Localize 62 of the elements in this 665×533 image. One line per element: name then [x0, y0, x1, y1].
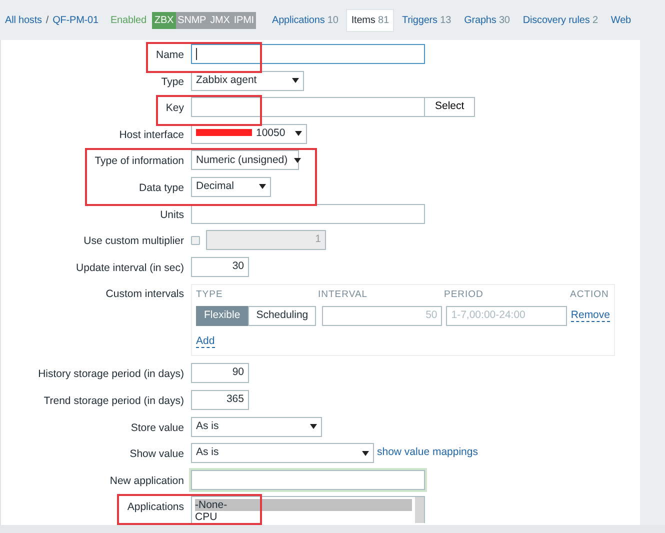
field-label: Update interval (in sec): [76, 262, 184, 274]
tab[interactable]: Graphs 30: [459, 8, 515, 32]
select-dropdown[interactable]: Zabbix agent: [191, 70, 304, 91]
availability-badge: IPMI: [232, 12, 256, 28]
field-label: Applications: [127, 501, 184, 514]
breadcrumb-separator: /: [46, 14, 49, 28]
text-field[interactable]: [191, 97, 425, 118]
select-dropdown[interactable]: Numeric (unsigned): [191, 150, 299, 170]
breadcrumb-link[interactable]: QF-PM-01: [52, 12, 98, 28]
select-dropdown[interactable]: As is: [191, 443, 374, 464]
tab[interactable]: Applications 10: [267, 8, 344, 32]
column-header: PERIOD: [444, 288, 484, 302]
scrollbar[interactable]: [415, 497, 424, 524]
field-label: Store value: [130, 422, 184, 434]
field-label: Show value: [130, 448, 184, 460]
select-dropdown[interactable]: Decimal: [191, 176, 271, 197]
select-button[interactable]: Select: [424, 97, 476, 118]
list-option[interactable]: -None-: [195, 499, 412, 512]
host-status: Enabled: [110, 14, 146, 28]
field-label: Type of information: [94, 155, 184, 168]
list-option[interactable]: CPU: [195, 511, 412, 524]
availability-badge: ZBX: [152, 12, 176, 28]
select-dropdown[interactable]: As is: [191, 416, 322, 437]
text-field[interactable]: [191, 470, 425, 490]
field-label: History storage period (in days): [38, 368, 184, 380]
availability-badge: JMX: [208, 12, 232, 28]
text-field[interactable]: [191, 204, 425, 224]
field-label: Trend storage period (in days): [44, 394, 184, 407]
field-label: Type: [161, 76, 184, 88]
tab[interactable]: Triggers 13: [396, 8, 456, 32]
breadcrumb-link[interactable]: All hosts: [5, 12, 42, 28]
tab[interactable]: Web: [606, 8, 636, 32]
tab[interactable]: Discovery rules 2: [518, 8, 603, 32]
field-label: New application: [110, 474, 184, 487]
column-header: INTERVAL: [318, 288, 369, 302]
caret-icon: [259, 184, 266, 190]
column-header: ACTION: [570, 288, 608, 302]
mode-toggle[interactable]: Scheduling: [248, 306, 316, 326]
number-field[interactable]: 365: [191, 390, 249, 410]
select-dropdown[interactable]: 10050: [191, 124, 307, 144]
field-label: Key: [166, 102, 184, 114]
field-label: Units: [160, 208, 184, 221]
text-field[interactable]: [191, 44, 425, 64]
caret-icon: [294, 158, 301, 163]
field-label: Use custom multiplier: [84, 235, 184, 248]
value-mappings-link[interactable]: show value mappings: [377, 445, 478, 461]
remove-link[interactable]: Remove: [570, 308, 610, 322]
field-label: Custom intervals: [106, 288, 184, 300]
tab[interactable]: Items 81: [346, 8, 394, 32]
list-box[interactable]: -None- CPU: [191, 496, 425, 524]
column-header: TYPE: [196, 288, 224, 302]
field-label: Data type: [139, 182, 184, 194]
number-field[interactable]: 30: [191, 256, 249, 277]
number-field[interactable]: 90: [191, 363, 249, 384]
availability-badge: SNMP: [176, 12, 208, 28]
field-label: Host interface: [119, 128, 184, 141]
caret-icon: [362, 450, 369, 456]
caret-icon: [310, 424, 317, 430]
caret-icon: [295, 131, 302, 136]
add-link[interactable]: Add: [196, 334, 215, 348]
caret-icon: [292, 78, 299, 84]
field-label: Name: [156, 49, 184, 61]
